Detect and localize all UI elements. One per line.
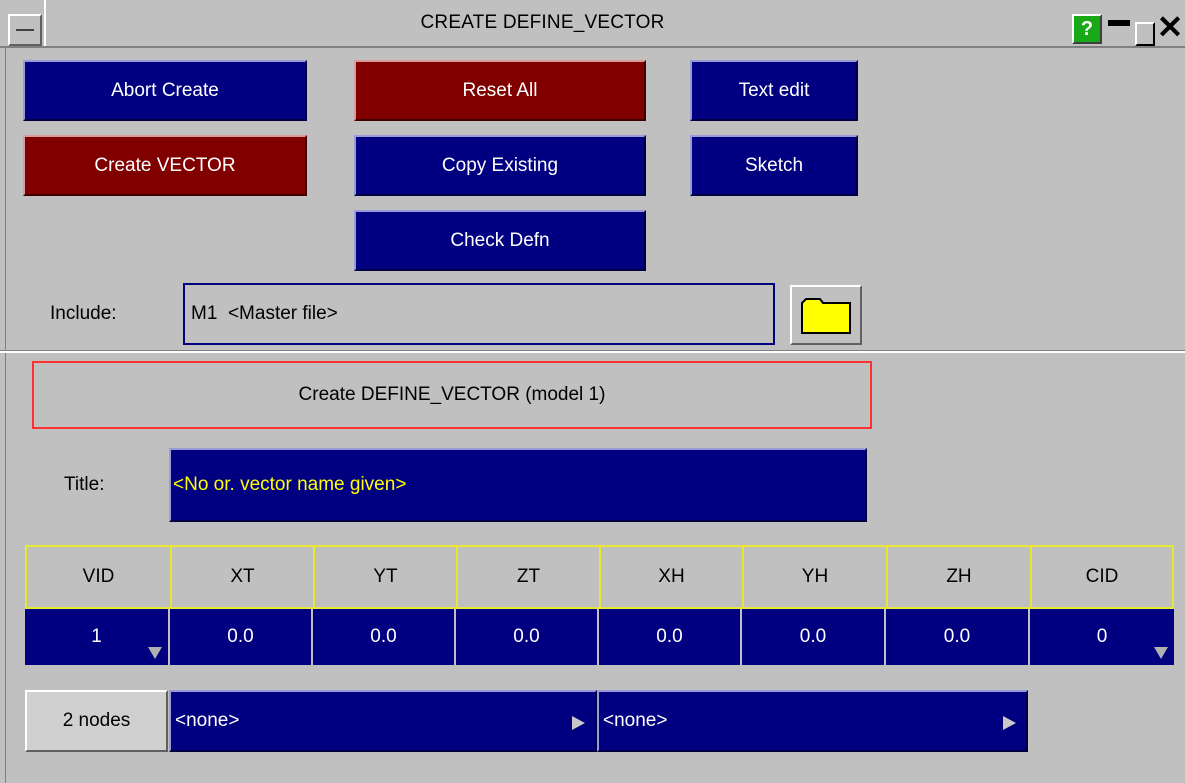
node2-value: <none>	[603, 710, 668, 731]
column-header-cid: CID	[1030, 545, 1174, 609]
minimize-button[interactable]	[1105, 14, 1133, 44]
create-header: Create DEFINE_VECTOR (model 1)	[32, 361, 872, 429]
system-menu-button[interactable]	[8, 14, 42, 46]
cid-value: 0	[1096, 626, 1108, 647]
maximize-icon	[1135, 22, 1155, 46]
xh-cell[interactable]: 0.0	[599, 609, 742, 665]
arrow-right-icon[interactable]	[572, 716, 585, 730]
minimize-icon	[1108, 20, 1130, 26]
maximize-button[interactable]	[1133, 14, 1155, 46]
column-header-xh: XH	[599, 545, 742, 609]
dropdown-arrow-icon[interactable]	[1154, 647, 1168, 659]
node1-field[interactable]: <none>	[169, 690, 597, 752]
xt-cell[interactable]: 0.0	[170, 609, 313, 665]
yt-cell[interactable]: 0.0	[313, 609, 456, 665]
arrow-right-icon[interactable]	[1003, 716, 1016, 730]
node2-field[interactable]: <none>	[597, 690, 1028, 752]
window-left-edge	[0, 48, 6, 783]
include-field[interactable]: M1 <Master file>	[183, 283, 775, 345]
reset-all-button[interactable]: Reset All	[354, 60, 646, 121]
folder-button[interactable]	[790, 285, 862, 345]
text-edit-button[interactable]: Text edit	[690, 60, 858, 121]
column-header-yt: YT	[313, 545, 456, 609]
help-button[interactable]: ?	[1072, 14, 1102, 44]
vid-value: 1	[91, 626, 102, 647]
sketch-button[interactable]: Sketch	[690, 135, 858, 196]
nodes-mode-button[interactable]: 2 nodes	[25, 690, 168, 752]
copy-existing-button[interactable]: Copy Existing	[354, 135, 646, 196]
zt-cell[interactable]: 0.0	[456, 609, 599, 665]
column-header-zt: ZT	[456, 545, 599, 609]
cid-cell[interactable]: 0	[1030, 609, 1174, 665]
include-label: Include:	[50, 303, 117, 324]
section-divider	[0, 351, 1185, 353]
title-input[interactable]: <No or. vector name given>	[169, 448, 867, 522]
vid-cell[interactable]: 1	[25, 609, 170, 665]
node1-value: <none>	[175, 710, 240, 731]
folder-icon	[801, 298, 851, 334]
column-header-vid: VID	[25, 545, 170, 609]
column-header-zh: ZH	[886, 545, 1030, 609]
column-header-xt: XT	[170, 545, 313, 609]
title-label: Title:	[64, 474, 105, 495]
column-header-yh: YH	[742, 545, 886, 609]
create-vector-button[interactable]: Create VECTOR	[23, 135, 307, 196]
yh-cell[interactable]: 0.0	[742, 609, 886, 665]
menu-bar-icon	[16, 29, 34, 31]
abort-create-button[interactable]: Abort Create	[23, 60, 307, 121]
window-title: CREATE DEFINE_VECTOR	[44, 0, 1039, 46]
zh-cell[interactable]: 0.0	[886, 609, 1030, 665]
dropdown-arrow-icon[interactable]	[148, 647, 162, 659]
close-button[interactable]: ✕	[1155, 9, 1185, 45]
check-defn-button[interactable]: Check Defn	[354, 210, 646, 271]
